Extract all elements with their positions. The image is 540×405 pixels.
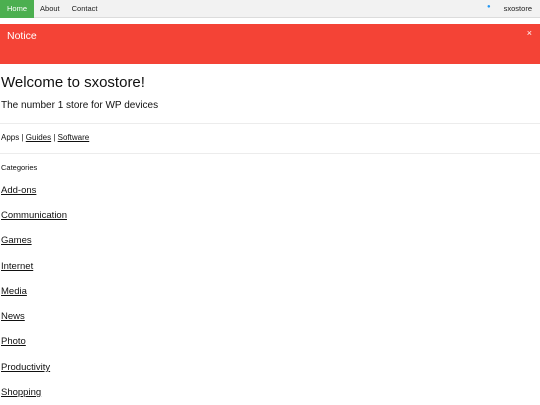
category-link-internet[interactable]: Internet (1, 261, 33, 273)
category-link-media[interactable]: Media (1, 286, 27, 298)
close-icon[interactable]: × (527, 28, 532, 38)
status-dot-icon: ● (487, 4, 491, 10)
divider (0, 123, 540, 124)
nav-item-about[interactable]: About (34, 0, 66, 18)
nav-menu: Home About Contact (0, 0, 103, 18)
divider (0, 153, 540, 154)
category-link-games[interactable]: Games (1, 235, 32, 247)
link-apps: Apps (1, 133, 20, 142)
nav-item-home[interactable]: Home (0, 0, 35, 18)
category-link-productivity[interactable]: Productivity (1, 362, 50, 374)
page-title: Welcome to sxostore! (1, 74, 145, 91)
categories-heading: Categories (1, 163, 38, 172)
category-link-add-ons[interactable]: Add-ons (1, 185, 36, 197)
link-guides[interactable]: Guides (26, 133, 51, 142)
category-link-news[interactable]: News (1, 311, 25, 323)
section-links: Apps | Guides | Software (1, 132, 89, 143)
category-link-communication[interactable]: Communication (1, 210, 67, 222)
link-software[interactable]: Software (58, 133, 90, 142)
nav-item-contact[interactable]: Contact (66, 0, 104, 18)
page-tagline: The number 1 store for WP devices (1, 100, 159, 111)
category-link-shopping[interactable]: Shopping (1, 387, 41, 399)
notice-banner: Notice This website is in the process of… (0, 24, 540, 81)
notice-title: Notice (7, 30, 37, 42)
category-link-photo[interactable]: Photo (1, 336, 26, 348)
top-nav-bar: Home About Contact ● sxostore (0, 0, 540, 18)
brand-link[interactable]: sxostore (504, 0, 532, 18)
